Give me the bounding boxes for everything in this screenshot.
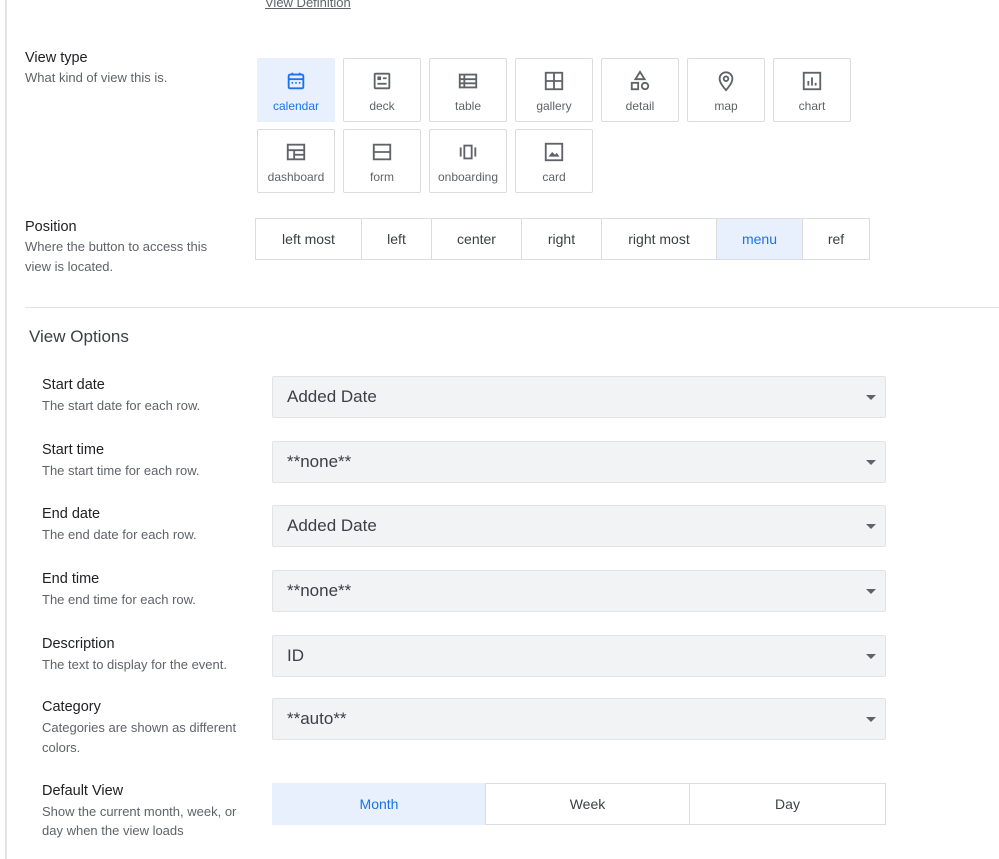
gallery-icon: [543, 70, 565, 92]
deck-icon: [371, 70, 393, 92]
select-value: Added Date: [287, 387, 377, 406]
view-type-tile-detail[interactable]: detail: [601, 58, 679, 122]
view-type-tile-calendar[interactable]: calendar: [257, 58, 335, 122]
default-view-month-button[interactable]: Month: [272, 783, 486, 825]
position-option-right[interactable]: right: [521, 218, 602, 260]
table-icon: [457, 70, 479, 92]
left-border: [5, 0, 7, 859]
start-time-select[interactable]: **none**: [272, 441, 886, 483]
category-description-line1: Categories are shown as different: [42, 720, 237, 735]
dashboard-icon: [285, 141, 307, 163]
description-select[interactable]: ID: [272, 635, 886, 677]
tile-label: table: [454, 99, 482, 113]
form-icon: [371, 141, 393, 163]
start-time-label: Start time: [42, 442, 105, 458]
end-date-description: The end date for each row.: [42, 527, 197, 542]
view-definition-link[interactable]: View Definition: [265, 0, 351, 10]
onboarding-icon: [457, 141, 479, 163]
position-option-center[interactable]: center: [431, 218, 522, 260]
category-select[interactable]: **auto**: [272, 698, 886, 740]
dropdown-arrow-icon: [866, 460, 876, 465]
view-type-tile-card[interactable]: card: [515, 129, 593, 193]
tile-label: deck: [369, 99, 395, 113]
position-option-ref[interactable]: ref: [802, 218, 870, 260]
description-label: Description: [42, 636, 115, 652]
default-view-week-button[interactable]: Week: [485, 783, 690, 825]
position-description-line2: view is located.: [25, 259, 114, 274]
select-value: **none**: [287, 452, 352, 471]
chart-icon: [801, 70, 823, 92]
position-option-left[interactable]: left: [361, 218, 432, 260]
end-date-label: End date: [42, 506, 101, 522]
start-date-select[interactable]: Added Date: [272, 376, 886, 418]
description-description: The text to display for the event.: [42, 657, 227, 672]
tile-label: detail: [625, 99, 655, 113]
view-type-tile-gallery[interactable]: gallery: [515, 58, 593, 122]
start-date-description: The start date for each row.: [42, 398, 201, 413]
start-date-label: Start date: [42, 377, 105, 393]
end-time-select[interactable]: **none**: [272, 570, 886, 612]
detail-icon: [629, 70, 651, 92]
view-type-description: What kind of view this is.: [25, 70, 168, 85]
tile-label: dashboard: [267, 170, 325, 184]
dropdown-arrow-icon: [866, 524, 876, 529]
tile-label: map: [714, 99, 738, 113]
tile-label: card: [542, 170, 566, 184]
position-option-left-most[interactable]: left most: [255, 218, 362, 260]
position-label: Position: [25, 219, 77, 235]
start-time-description: The start time for each row.: [42, 463, 200, 478]
category-description-line2: colors.: [42, 740, 81, 755]
view-type-tile-onboarding[interactable]: onboarding: [429, 129, 507, 193]
dropdown-arrow-icon: [866, 717, 876, 722]
end-time-label: End time: [42, 571, 100, 587]
position-option-menu[interactable]: menu: [716, 218, 803, 260]
view-type-tile-chart[interactable]: chart: [773, 58, 851, 122]
tile-label: calendar: [272, 99, 320, 113]
category-label: Category: [42, 699, 101, 715]
tile-label: chart: [798, 99, 826, 113]
dropdown-arrow-icon: [866, 654, 876, 659]
default-view-description-line1: Show the current month, week, or: [42, 804, 237, 819]
dropdown-arrow-icon: [866, 589, 876, 594]
select-value: **none**: [287, 581, 352, 600]
select-value: ID: [287, 646, 304, 665]
map-pin-icon: [715, 70, 737, 92]
card-icon: [543, 141, 565, 163]
view-options-title: View Options: [29, 327, 129, 346]
default-view-description-line2: day when the view loads: [42, 823, 184, 838]
default-view-label: Default View: [42, 783, 124, 799]
end-time-description: The end time for each row.: [42, 592, 196, 607]
view-type-label: View type: [25, 50, 88, 66]
dropdown-arrow-icon: [866, 395, 876, 400]
select-value: **auto**: [287, 709, 347, 728]
view-type-tile-form[interactable]: form: [343, 129, 421, 193]
position-option-right-most[interactable]: right most: [601, 218, 717, 260]
view-type-tile-deck[interactable]: deck: [343, 58, 421, 122]
default-view-day-button[interactable]: Day: [689, 783, 886, 825]
position-description-line1: Where the button to access this: [25, 239, 208, 254]
view-type-tile-map[interactable]: map: [687, 58, 765, 122]
select-value: Added Date: [287, 516, 377, 535]
tile-label: form: [370, 170, 394, 184]
section-divider: [25, 307, 999, 308]
end-date-select[interactable]: Added Date: [272, 505, 886, 547]
tile-label: onboarding: [437, 170, 499, 184]
tile-label: gallery: [536, 99, 572, 113]
view-type-tile-dashboard[interactable]: dashboard: [257, 129, 335, 193]
view-type-tile-table[interactable]: table: [429, 58, 507, 122]
calendar-icon: [285, 70, 307, 92]
